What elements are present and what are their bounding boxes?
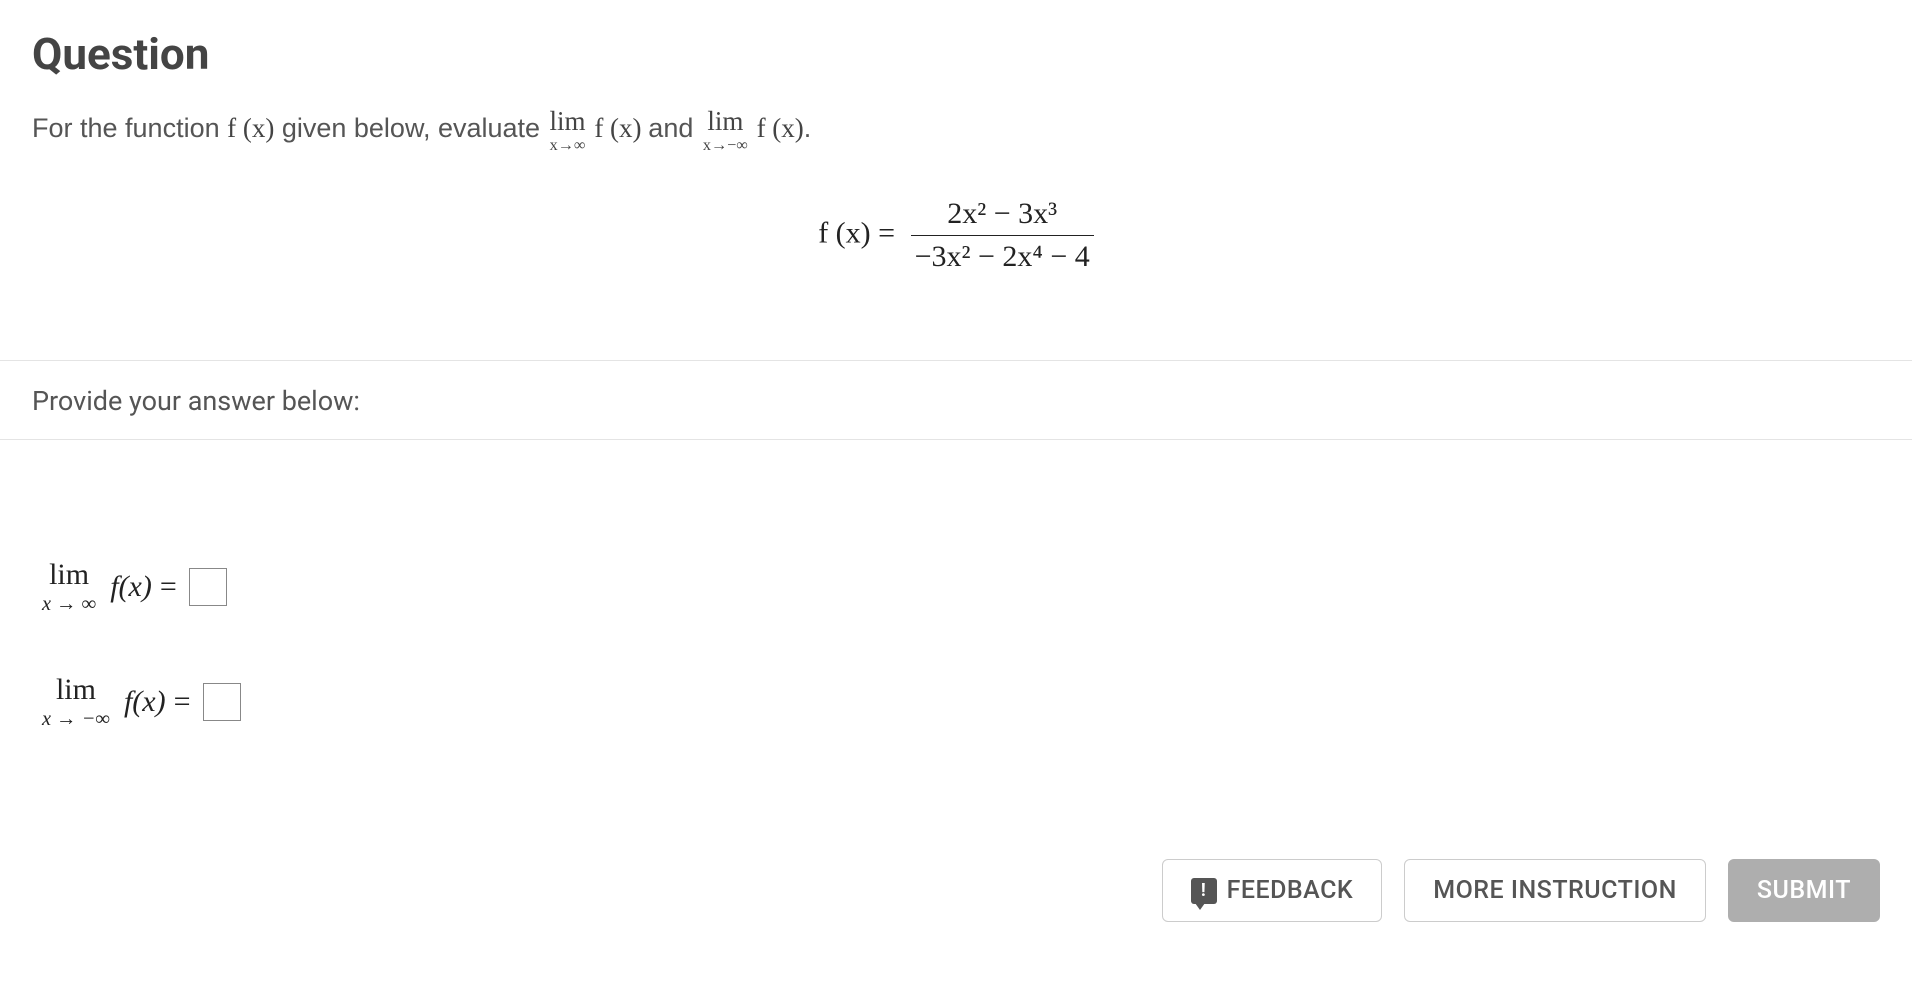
equation-denominator: −3x² − 2x⁴ − 4: [911, 235, 1094, 274]
limit-neg-inf: lim x → −∞: [42, 675, 110, 729]
more-instruction-button[interactable]: MORE INSTRUCTION: [1404, 859, 1706, 922]
answer-row-pos-inf: lim x → ∞ f(x) =: [42, 560, 1880, 614]
prompt-fx2: f (x): [750, 113, 804, 143]
answer-prompt: Provide your answer below:: [32, 361, 1880, 439]
equation-fraction: 2x² − 3x³ −3x² − 2x⁴ − 4: [911, 197, 1094, 274]
answer-fx: f(x): [110, 570, 152, 604]
question-prompt: For the function f (x) given below, eval…: [32, 108, 1880, 153]
answer-row-neg-inf: lim x → −∞ f(x) =: [42, 675, 1880, 729]
lim-bot: x → −∞: [42, 709, 110, 729]
answer-fx: f(x): [124, 685, 166, 719]
page-title: Question: [32, 28, 1880, 80]
prompt-text-pre: For the function: [32, 113, 227, 143]
answer-area: lim x → ∞ f(x) = lim x → −∞ f(x) =: [32, 440, 1880, 729]
limit-pos-inf-inline: lim x→∞: [550, 108, 586, 153]
lim-bot: x→∞: [550, 137, 586, 153]
question-container: Question For the function f (x) given be…: [0, 0, 1912, 360]
answer-equals: =: [174, 685, 191, 719]
feedback-label: FEEDBACK: [1227, 876, 1354, 905]
more-instruction-label: MORE INSTRUCTION: [1433, 876, 1677, 905]
lim-bot: x→−∞: [703, 137, 748, 153]
answer-equals: =: [160, 570, 177, 604]
limit-pos-inf: lim x → ∞: [42, 560, 96, 614]
prompt-and: and: [648, 113, 701, 143]
prompt-end: .: [804, 113, 812, 143]
submit-button[interactable]: SUBMIT: [1728, 859, 1880, 922]
lim-top: lim: [703, 108, 748, 135]
answer-input-neg-inf[interactable]: [203, 683, 241, 721]
limit-neg-inf-inline: lim x→−∞: [703, 108, 748, 153]
feedback-button[interactable]: ! FEEDBACK: [1162, 859, 1383, 922]
function-definition: f (x) = 2x² − 3x³ −3x² − 2x⁴ − 4: [32, 197, 1880, 274]
prompt-text-mid1: given below, evaluate: [274, 113, 547, 143]
equation-lhs: f (x) =: [818, 217, 902, 250]
answer-input-pos-inf[interactable]: [189, 568, 227, 606]
submit-label: SUBMIT: [1757, 876, 1851, 905]
feedback-icon: !: [1191, 878, 1217, 904]
button-bar: ! FEEDBACK MORE INSTRUCTION SUBMIT: [0, 859, 1912, 940]
lim-bot: x → ∞: [42, 594, 96, 614]
equation-numerator: 2x² − 3x³: [911, 197, 1094, 235]
lim-top: lim: [550, 108, 586, 135]
prompt-fx: f (x): [227, 113, 274, 143]
lim-top: lim: [42, 560, 96, 590]
lim-top: lim: [42, 675, 110, 705]
prompt-fx1: f (x): [588, 113, 649, 143]
